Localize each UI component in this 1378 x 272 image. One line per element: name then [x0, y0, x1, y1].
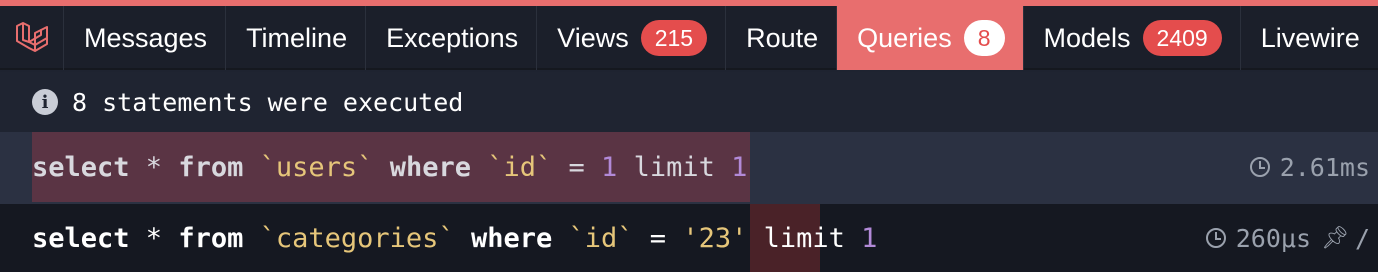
tab-label: Models	[1043, 22, 1131, 53]
sql-token: =	[552, 151, 602, 183]
tab-exceptions[interactable]: Exceptions	[366, 6, 538, 70]
statements-summary: i 8 statements were executed	[0, 72, 1378, 132]
tab-label: Route	[746, 22, 819, 53]
summary-text: 8 statements were executed	[72, 87, 464, 117]
duration-text: 2.61ms	[1279, 152, 1370, 182]
query-duration: 2.61ms	[1249, 152, 1370, 182]
sql-token: limit	[747, 222, 862, 254]
sql-token: limit	[617, 151, 732, 183]
tab-label: Exceptions	[386, 22, 519, 53]
sql-token: 1	[601, 151, 618, 183]
count-badge: 2409	[1142, 20, 1222, 56]
sql-token: select	[32, 151, 130, 183]
sql-token: from	[178, 222, 244, 254]
sql-token: `id`	[568, 222, 634, 254]
sql-token: where	[470, 222, 553, 254]
sql-token: 1	[731, 151, 748, 183]
sql-token: `id`	[487, 151, 553, 183]
tab-queries[interactable]: Queries 8	[837, 6, 1024, 70]
sql-token: *	[129, 151, 179, 183]
laravel-logo-icon[interactable]	[0, 6, 64, 70]
sql-statement: select * from `categories` where `id` = …	[32, 223, 877, 254]
duration-text: 260μs	[1235, 223, 1311, 253]
sql-statement: select * from `users` where `id` = 1 lim…	[32, 152, 747, 183]
clock-icon	[1249, 157, 1270, 177]
tab-label: Livewire	[1260, 22, 1360, 53]
tab-messages[interactable]: Messages	[64, 6, 227, 70]
sql-token: *	[129, 222, 179, 254]
sql-token: 1	[861, 222, 878, 254]
count-badge: 8	[963, 20, 1005, 56]
info-icon: i	[32, 89, 58, 115]
tab-route[interactable]: Route	[726, 6, 838, 70]
tab-views[interactable]: Views 215	[537, 6, 727, 70]
sql-token: `users`	[259, 151, 374, 183]
tab-livewire[interactable]: Livewire	[1241, 6, 1378, 70]
tab-label: Views	[557, 22, 629, 53]
count-badge: 215	[640, 20, 708, 56]
pin-icon[interactable]: 📌︎	[1321, 226, 1349, 251]
sql-token: select	[32, 222, 130, 254]
sql-token: `categories`	[259, 222, 455, 254]
more-icon[interactable]: /	[1355, 224, 1370, 253]
query-duration: 260μs 📌︎ /	[1205, 223, 1370, 253]
tab-label: Queries	[857, 22, 952, 53]
tab-label: Messages	[84, 22, 208, 53]
sql-token: =	[633, 222, 683, 254]
tab-timeline[interactable]: Timeline	[226, 6, 367, 70]
sql-token: from	[178, 151, 244, 183]
tab-label: Timeline	[246, 22, 348, 53]
query-row[interactable]: select * from `users` where `id` = 1 lim…	[0, 132, 1378, 202]
clock-icon	[1205, 228, 1226, 248]
sql-token: where	[389, 151, 471, 183]
debugbar-tabs: Messages Timeline Exceptions Views 215 Ro…	[0, 6, 1378, 70]
query-row[interactable]: select * from `categories` where `id` = …	[0, 202, 1378, 272]
tab-models[interactable]: Models 2409	[1024, 6, 1241, 70]
sql-token: '23'	[682, 222, 748, 254]
